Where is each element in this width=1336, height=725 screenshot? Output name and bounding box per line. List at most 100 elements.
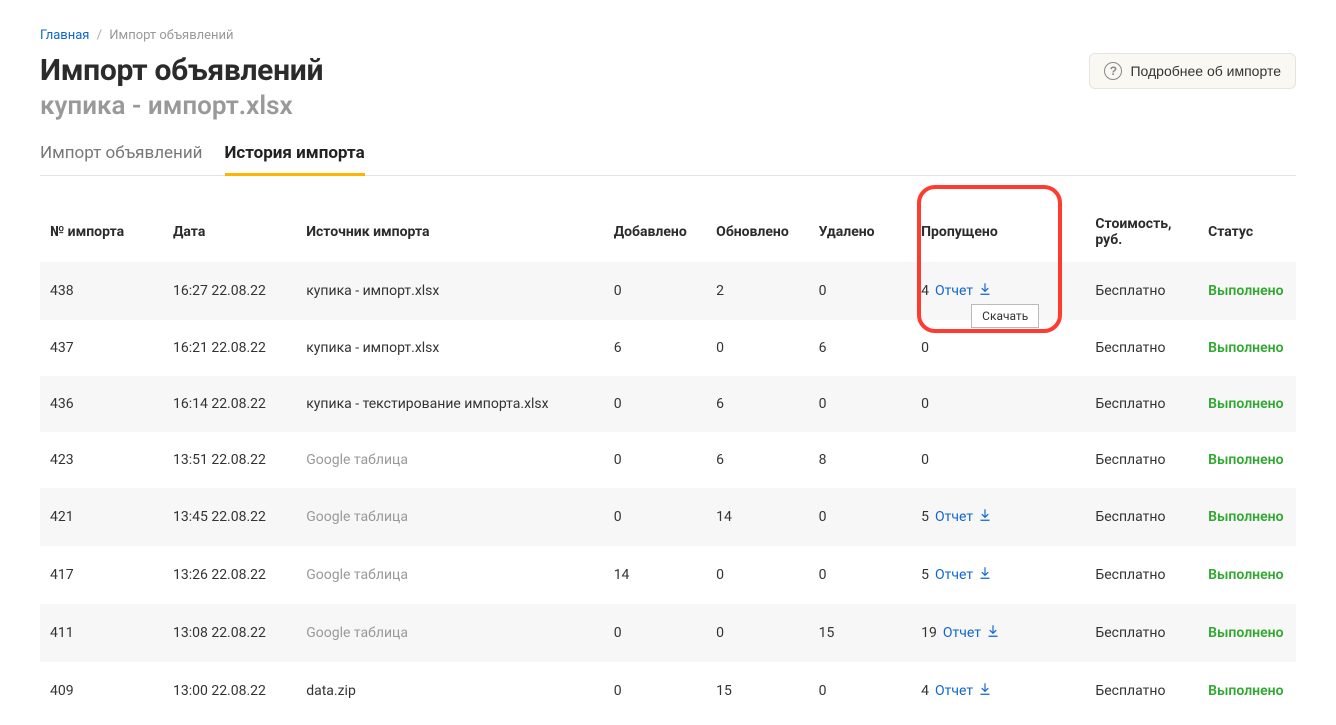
cell-status: Выполнено bbox=[1198, 546, 1296, 604]
report-link[interactable]: Отчет bbox=[943, 624, 1000, 642]
breadcrumb-home[interactable]: Главная bbox=[40, 28, 89, 43]
cell-status: Выполнено bbox=[1198, 376, 1296, 432]
cell-added: 0 bbox=[604, 262, 706, 320]
cell-updated: 0 bbox=[706, 604, 808, 662]
cell-date: 16:27 22.08.22 bbox=[163, 262, 296, 320]
download-tooltip: Скачать bbox=[971, 304, 1039, 328]
cell-source: Google таблица bbox=[296, 546, 603, 604]
cell-updated: 2 bbox=[706, 262, 808, 320]
cell-date: 16:21 22.08.22 bbox=[163, 320, 296, 376]
cell-skipped: 0 bbox=[911, 432, 1085, 488]
cell-skipped: 19 Отчет bbox=[911, 604, 1085, 662]
skipped-count: 4 bbox=[921, 283, 929, 299]
cell-cost: Бесплатно bbox=[1085, 604, 1198, 662]
download-icon bbox=[978, 566, 992, 584]
cell-cost: Бесплатно bbox=[1085, 432, 1198, 488]
cell-added: 0 bbox=[604, 662, 706, 720]
table-row: 41713:26 22.08.22Google таблица14005Отче… bbox=[40, 546, 1296, 604]
cell-status: Выполнено bbox=[1198, 320, 1296, 376]
cell-skipped: 0 bbox=[911, 320, 1085, 376]
cell-cost: Бесплатно bbox=[1085, 376, 1198, 432]
skipped-count: 19 bbox=[921, 625, 937, 641]
skipped-count: 5 bbox=[921, 509, 929, 525]
cell-source: Google таблица bbox=[296, 604, 603, 662]
page-subtitle: купика - импорт.xlsx bbox=[40, 91, 1296, 121]
cell-added: 0 bbox=[604, 376, 706, 432]
report-label: Отчет bbox=[935, 283, 973, 299]
history-table: № импорта Дата Источник импорта Добавлен… bbox=[40, 202, 1296, 720]
cell-skipped: 4ОтчетСкачать bbox=[911, 262, 1085, 320]
table-row: 42313:51 22.08.22Google таблица0680Беспл… bbox=[40, 432, 1296, 488]
cell-date: 16:14 22.08.22 bbox=[163, 376, 296, 432]
cell-updated: 0 bbox=[706, 320, 808, 376]
report-label: Отчет bbox=[935, 567, 973, 583]
cell-cost: Бесплатно bbox=[1085, 262, 1198, 320]
download-icon bbox=[978, 508, 992, 526]
cell-id: 421 bbox=[40, 488, 163, 546]
cell-cost: Бесплатно bbox=[1085, 488, 1198, 546]
cell-deleted: 0 bbox=[809, 262, 911, 320]
skipped-count: 0 bbox=[921, 340, 929, 356]
page-title: Импорт объявлений bbox=[40, 53, 323, 88]
question-icon: ? bbox=[1104, 62, 1122, 80]
cell-skipped: 5 Отчет bbox=[911, 546, 1085, 604]
skipped-count: 4 bbox=[921, 683, 929, 699]
report-link[interactable]: Отчет bbox=[935, 282, 992, 300]
table-row: 43616:14 22.08.22купика - текстирование … bbox=[40, 376, 1296, 432]
download-icon bbox=[986, 624, 1000, 642]
cell-updated: 15 bbox=[706, 662, 808, 720]
breadcrumb: Главная / Импорт объявлений bbox=[40, 28, 1296, 43]
download-icon bbox=[978, 682, 992, 700]
cell-id: 438 bbox=[40, 262, 163, 320]
cell-status: Выполнено bbox=[1198, 262, 1296, 320]
th-source: Источник импорта bbox=[296, 202, 603, 262]
tab-history[interactable]: История импорта bbox=[225, 143, 365, 175]
cell-deleted: 0 bbox=[809, 488, 911, 546]
tabs: Импорт объявлений История импорта bbox=[40, 143, 1296, 176]
cell-id: 411 bbox=[40, 604, 163, 662]
skipped-count: 5 bbox=[921, 567, 929, 583]
breadcrumb-current: Импорт объявлений bbox=[109, 28, 233, 43]
cell-added: 0 bbox=[604, 604, 706, 662]
cell-source: data.zip bbox=[296, 662, 603, 720]
cell-deleted: 6 bbox=[809, 320, 911, 376]
cell-source: Google таблица bbox=[296, 488, 603, 546]
cell-added: 6 bbox=[604, 320, 706, 376]
skipped-count: 0 bbox=[921, 452, 929, 468]
cell-updated: 6 bbox=[706, 432, 808, 488]
cell-status: Выполнено bbox=[1198, 432, 1296, 488]
cell-date: 13:08 22.08.22 bbox=[163, 604, 296, 662]
cell-deleted: 0 bbox=[809, 662, 911, 720]
cell-cost: Бесплатно bbox=[1085, 662, 1198, 720]
th-added: Добавлено bbox=[604, 202, 706, 262]
skipped-count: 0 bbox=[921, 396, 929, 412]
cell-updated: 0 bbox=[706, 546, 808, 604]
th-date: Дата bbox=[163, 202, 296, 262]
report-link[interactable]: Отчет bbox=[935, 566, 992, 584]
cell-id: 436 bbox=[40, 376, 163, 432]
cell-skipped: 5 Отчет bbox=[911, 488, 1085, 546]
download-icon bbox=[978, 282, 992, 300]
cell-cost: Бесплатно bbox=[1085, 546, 1198, 604]
cell-source: купика - текстирование импорта.xlsx bbox=[296, 376, 603, 432]
report-link[interactable]: Отчет bbox=[935, 508, 992, 526]
table-row: 43816:27 22.08.22купика - импорт.xlsx020… bbox=[40, 262, 1296, 320]
cell-cost: Бесплатно bbox=[1085, 320, 1198, 376]
cell-id: 423 bbox=[40, 432, 163, 488]
table-row: 42113:45 22.08.22Google таблица01405Отче… bbox=[40, 488, 1296, 546]
report-label: Отчет bbox=[935, 509, 973, 525]
table-row: 40913:00 22.08.22data.zip01504ОтчетБеспл… bbox=[40, 662, 1296, 720]
cell-deleted: 8 bbox=[809, 432, 911, 488]
cell-deleted: 0 bbox=[809, 546, 911, 604]
cell-status: Выполнено bbox=[1198, 662, 1296, 720]
cell-added: 0 bbox=[604, 488, 706, 546]
cell-source: купика - импорт.xlsx bbox=[296, 320, 603, 376]
cell-skipped: 0 bbox=[911, 376, 1085, 432]
tab-import[interactable]: Импорт объявлений bbox=[40, 143, 203, 175]
report-link[interactable]: Отчет bbox=[935, 682, 992, 700]
cell-deleted: 15 bbox=[809, 604, 911, 662]
cell-skipped: 4 Отчет bbox=[911, 662, 1085, 720]
cell-id: 417 bbox=[40, 546, 163, 604]
report-label: Отчет bbox=[935, 683, 973, 699]
more-about-import-button[interactable]: ? Подробнее об импорте bbox=[1089, 53, 1296, 89]
